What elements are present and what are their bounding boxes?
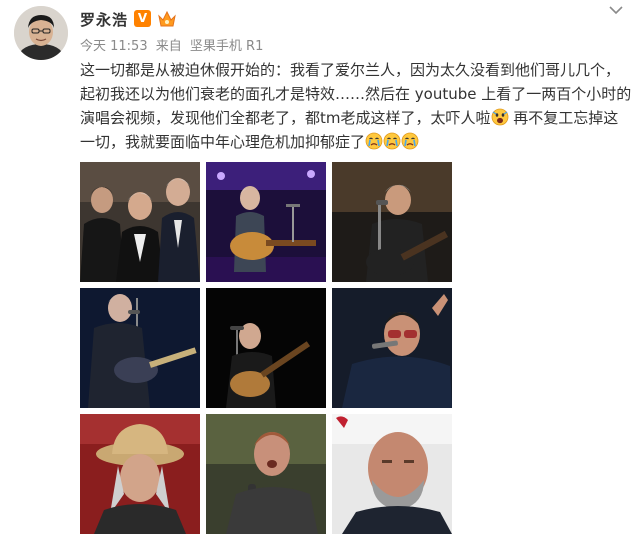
photo-singer-microphone[interactable]: [206, 414, 326, 534]
post-meta: 今天 11:53 来自 坚果手机 R1: [80, 35, 267, 54]
photo-guitarist-singing[interactable]: [332, 162, 452, 282]
crying-face-icon: [383, 132, 401, 150]
chevron-down-icon[interactable]: [606, 2, 626, 18]
photo-bald-man-beard[interactable]: [332, 414, 452, 534]
post-source[interactable]: 坚果手机 R1: [190, 39, 263, 54]
photo-guitarist-stage-purple[interactable]: [206, 162, 326, 282]
post-text: 这一切都是从被迫休假开始的：我看了爱尔兰人，因为太久没看到他们哥儿几个，起初我还…: [80, 58, 632, 154]
photo-guitarist-dark-blue[interactable]: [80, 288, 200, 408]
source-prefix: 来自: [155, 39, 182, 54]
scared-face-icon: [491, 108, 509, 126]
post-time[interactable]: 今天 11:53: [80, 39, 148, 54]
crying-face-icon: [401, 132, 419, 150]
username[interactable]: 罗永浩: [80, 9, 128, 30]
photo-red-carpet-trio[interactable]: [80, 162, 200, 282]
photo-man-straw-hat[interactable]: [80, 414, 200, 534]
photo-grid: [80, 162, 452, 534]
photo-guitarist-dark-stage[interactable]: [206, 288, 326, 408]
avatar[interactable]: [14, 6, 68, 60]
verified-vip-icon: V: [134, 10, 151, 27]
photo-singer-sunglasses[interactable]: [332, 288, 452, 408]
crying-face-icon: [365, 132, 383, 150]
crown-icon: [157, 9, 177, 28]
